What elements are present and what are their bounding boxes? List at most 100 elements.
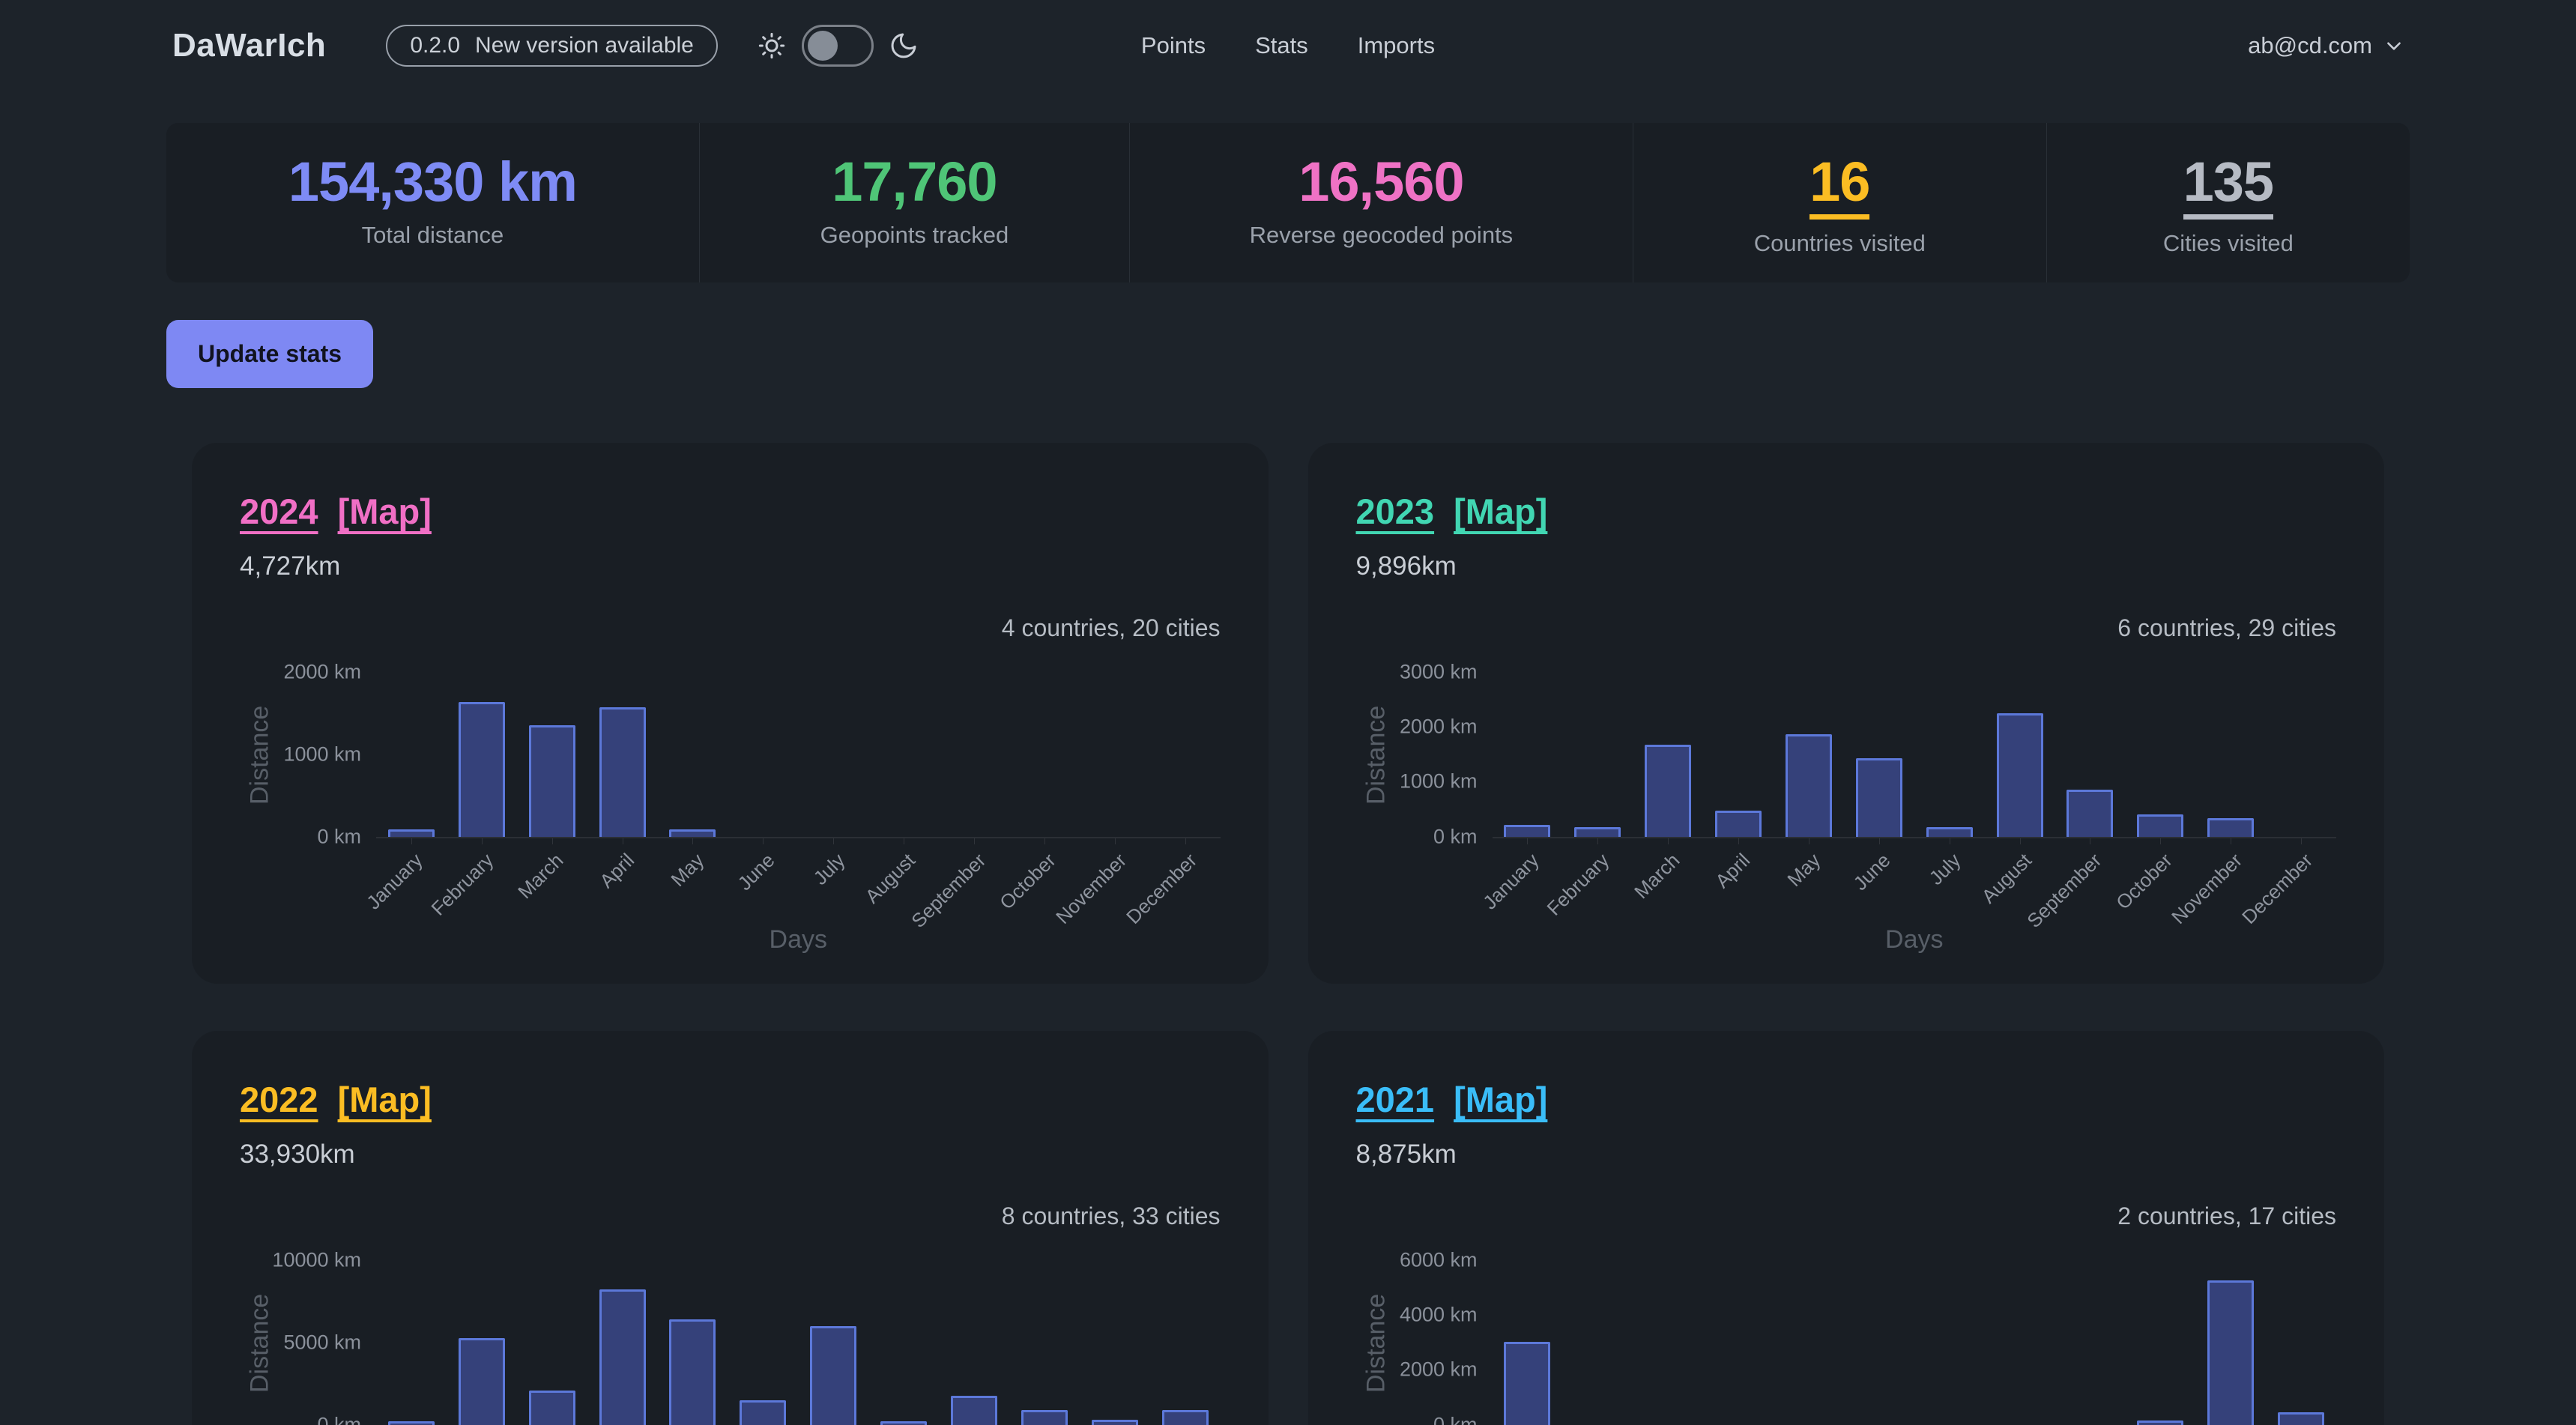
y-tick-label: 1000 km xyxy=(283,742,361,766)
chevron-down-icon xyxy=(2384,36,2404,55)
bar-october[interactable] xyxy=(1021,1410,1068,1425)
y-tick-label: 0 km xyxy=(1433,825,1478,848)
chart-plot: 0 km1000 km2000 km xyxy=(376,672,1221,838)
bar-april[interactable] xyxy=(599,707,646,837)
y-tick-label: 5000 km xyxy=(283,1331,361,1354)
chart-plot: 0 km1000 km2000 km3000 km xyxy=(1493,672,2337,838)
app-title[interactable]: DaWarIch xyxy=(172,27,326,64)
bar-june[interactable] xyxy=(740,1400,786,1425)
nav-item-imports[interactable]: Imports xyxy=(1358,32,1435,59)
bar-march[interactable] xyxy=(529,725,575,837)
stat-value: 17,760 xyxy=(832,153,997,211)
x-tick-label: April xyxy=(595,849,639,893)
y-tick-label: 10000 km xyxy=(272,1248,361,1271)
bar-february[interactable] xyxy=(459,702,505,836)
x-tick-label: September xyxy=(2023,849,2107,933)
bar-february[interactable] xyxy=(1574,827,1621,836)
bar-april[interactable] xyxy=(599,1289,646,1424)
x-tick-label: January xyxy=(363,849,428,914)
bar-september[interactable] xyxy=(951,1396,997,1425)
stat-reverse-geocoded-points: 16,560Reverse geocoded points xyxy=(1129,123,1633,282)
map-link[interactable]: [Map] xyxy=(1454,1079,1547,1120)
year-chart: Distance 0 km2000 km4000 km6000 km Janua… xyxy=(1356,1260,2337,1425)
card-header: 2021 [Map] xyxy=(1356,1079,2337,1120)
x-tick-label: August xyxy=(1977,849,2036,908)
bar-july[interactable] xyxy=(810,1326,856,1425)
x-tick-label: July xyxy=(1925,849,1966,890)
y-tick-label: 0 km xyxy=(1433,1413,1478,1425)
map-link[interactable]: [Map] xyxy=(1454,491,1547,532)
map-link[interactable]: [Map] xyxy=(338,1079,432,1120)
bar-august[interactable] xyxy=(880,1421,927,1425)
stat-label: Reverse geocoded points xyxy=(1145,222,1618,249)
bar-october[interactable] xyxy=(2137,1421,2183,1425)
bar-january[interactable] xyxy=(388,1421,435,1425)
x-tick-label: November xyxy=(1051,849,1131,929)
bar-november[interactable] xyxy=(2207,818,2254,837)
app-header: DaWarIch 0.2.0 New version available P xyxy=(0,0,2576,91)
x-axis-title: Days xyxy=(1493,925,2337,954)
bar-january[interactable] xyxy=(1504,1342,1550,1425)
stat-total-distance: 154,330 kmTotal distance xyxy=(166,123,699,282)
stat-label: Countries visited xyxy=(1648,230,2031,257)
x-tick-label: February xyxy=(426,849,498,920)
bar-january[interactable] xyxy=(388,829,435,837)
nav-item-stats[interactable]: Stats xyxy=(1255,32,1308,59)
bar-may[interactable] xyxy=(669,829,716,837)
bar-october[interactable] xyxy=(2137,814,2183,836)
bar-june[interactable] xyxy=(1856,758,1902,837)
x-tick-label: December xyxy=(2237,849,2318,929)
map-link[interactable]: [Map] xyxy=(338,491,432,532)
bar-december[interactable] xyxy=(1162,1410,1209,1424)
year-chart: Distance 0 km5000 km10000 km JanuaryFebr… xyxy=(240,1260,1221,1425)
theme-toggle[interactable] xyxy=(802,25,874,67)
stat-label: Geopoints tracked xyxy=(715,222,1114,249)
y-axis-title: Distance xyxy=(240,672,280,838)
nav-item-points[interactable]: Points xyxy=(1141,32,1206,59)
x-tick-label: January xyxy=(1478,849,1544,914)
year-link[interactable]: 2022 xyxy=(240,1079,318,1120)
y-axis-title: Distance xyxy=(1356,1260,1397,1425)
user-menu[interactable]: ab@cd.com xyxy=(2248,32,2404,59)
year-link[interactable]: 2024 xyxy=(240,491,318,532)
bar-november[interactable] xyxy=(2207,1280,2254,1425)
stat-countries-visited: 16 Countries visited xyxy=(1633,123,2046,282)
version-badge[interactable]: 0.2.0 New version available xyxy=(386,25,718,67)
update-stats-button[interactable]: Update stats xyxy=(166,320,373,388)
stats-row: 154,330 kmTotal distance 17,760 Geopoints … xyxy=(166,123,2410,282)
bar-april[interactable] xyxy=(1715,811,1762,837)
year-link[interactable]: 2023 xyxy=(1356,491,1435,532)
bar-november[interactable] xyxy=(1092,1420,1138,1425)
y-tick-label: 3000 km xyxy=(1400,660,1478,683)
x-tick-label: October xyxy=(995,849,1060,914)
bar-march[interactable] xyxy=(529,1391,575,1425)
bar-september[interactable] xyxy=(2066,790,2113,837)
bar-february[interactable] xyxy=(459,1338,505,1425)
x-tick-label: September xyxy=(907,849,991,933)
stat-value[interactable]: 16 xyxy=(1809,153,1869,220)
bar-january[interactable] xyxy=(1504,825,1550,836)
stat-label: Cities visited xyxy=(2062,230,2395,257)
x-axis-title: Days xyxy=(376,925,1221,954)
bar-july[interactable] xyxy=(1926,827,1973,837)
bar-may[interactable] xyxy=(669,1319,716,1425)
bar-december[interactable] xyxy=(2278,1412,2324,1425)
x-tick-label: March xyxy=(514,849,569,904)
year-link[interactable]: 2021 xyxy=(1356,1079,1435,1120)
card-header: 2023 [Map] xyxy=(1356,491,2337,532)
x-tick-label: June xyxy=(733,849,779,895)
bar-march[interactable] xyxy=(1645,745,1691,836)
sun-icon xyxy=(757,31,787,61)
year-total-distance: 9,896km xyxy=(1356,551,2337,581)
year-card-2024: 2024 [Map] 4,727km 4 countries, 20 citie… xyxy=(192,443,1269,984)
version-note: New version available xyxy=(475,33,694,58)
x-tick-label: August xyxy=(861,849,920,908)
bar-august[interactable] xyxy=(1997,713,2043,836)
year-chart: Distance 0 km1000 km2000 km3000 km Janua… xyxy=(1356,672,2337,954)
theme-toggle-knob xyxy=(808,31,838,61)
y-axis-title: Distance xyxy=(240,1260,280,1425)
stat-value: 154,330 km xyxy=(288,153,577,211)
bar-may[interactable] xyxy=(1786,734,1832,836)
x-tick-label: May xyxy=(1783,849,1825,892)
stat-value[interactable]: 135 xyxy=(2183,153,2273,220)
